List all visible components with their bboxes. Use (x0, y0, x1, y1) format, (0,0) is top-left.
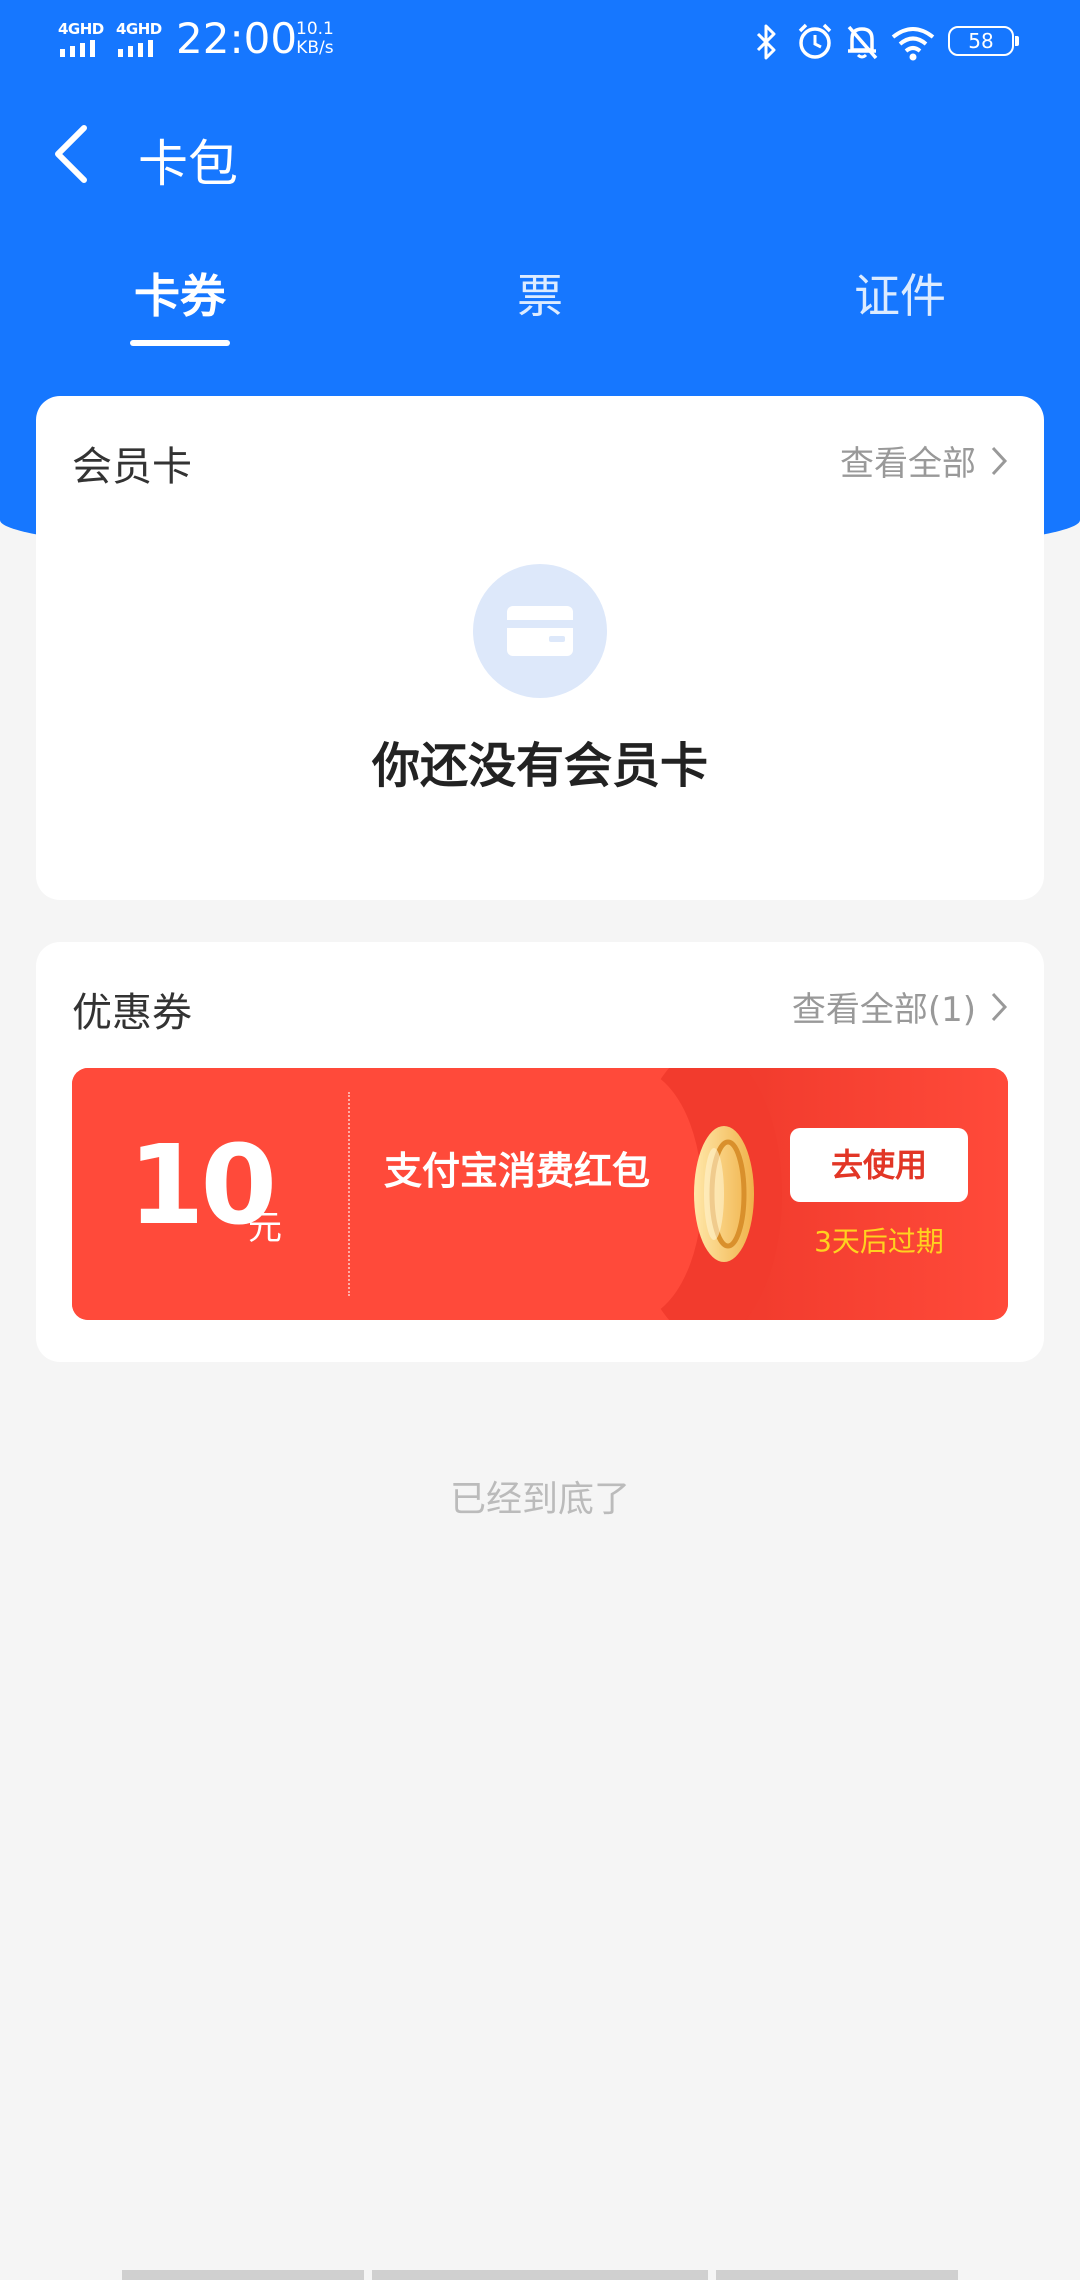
network-speed-unit: KB/s (296, 38, 334, 58)
member-card-view-all-link[interactable]: 查看全部 (840, 436, 1008, 485)
end-of-list-text: 已经到底了 (449, 1479, 630, 1520)
active-tab-indicator (130, 340, 230, 346)
wifi-icon (891, 27, 935, 61)
coupon-expire-text: 3天后过期 (814, 1225, 944, 1258)
tab-tickets[interactable]: 票 (517, 260, 563, 326)
alarm-icon (798, 23, 832, 59)
status-time: 22:00 (176, 14, 298, 63)
back-button[interactable] (48, 120, 98, 190)
mute-icon (847, 25, 878, 60)
coupon-name: 支付宝消费红包 (384, 1149, 651, 1193)
chevron-right-icon (991, 446, 1008, 475)
sim1-network-label: 4GHD (58, 20, 104, 38)
tab-cards-coupons[interactable]: 卡券 (134, 260, 226, 326)
battery-icon: 58 (948, 26, 1019, 56)
coupon-divider (348, 1092, 350, 1296)
coupon-section: 优惠券 查看全部(1) 10 元 支付宝消费红包 去使用 3天后过期 (36, 942, 1044, 1362)
empty-member-card-text: 你还没有会员卡 (371, 738, 708, 794)
sim2-signal: 4GHD (116, 20, 164, 58)
network-speed: 10.1 KB/s (296, 20, 334, 58)
sim2-network-label: 4GHD (116, 20, 162, 38)
sim1-signal: 4GHD (58, 20, 106, 58)
coupon-item[interactable]: 10 元 支付宝消费红包 去使用 3天后过期 (72, 1068, 1008, 1320)
coupon-view-all-link[interactable]: 查看全部(1) (792, 982, 1008, 1031)
member-card-title: 会员卡 (72, 444, 192, 490)
coupon-unit: 元 (248, 1208, 282, 1248)
nav-gesture-bar-left (122, 2270, 364, 2280)
nav-gesture-bar-right (716, 2270, 958, 2280)
network-speed-value: 10.1 (296, 19, 334, 39)
page-title: 卡包 (138, 135, 238, 193)
gold-coin-icon (694, 1126, 754, 1262)
nav-gesture-bar-center[interactable] (372, 2270, 708, 2280)
chevron-right-icon (991, 992, 1008, 1021)
use-coupon-button[interactable]: 去使用 (790, 1128, 968, 1202)
member-card-view-all-label: 查看全部 (840, 444, 976, 484)
status-bar: 4GHD 4GHD 22:00 10.1 KB/s 58 (0, 0, 1080, 84)
coupon-view-all-label: 查看全部(1) (791, 990, 976, 1030)
tab-documents[interactable]: 证件 (854, 260, 946, 326)
coupon-section-title: 优惠券 (72, 990, 192, 1036)
card-placeholder-icon (473, 564, 607, 698)
bluetooth-icon (756, 24, 776, 60)
member-card-section: 会员卡 查看全部 你还没有会员卡 (36, 396, 1044, 900)
